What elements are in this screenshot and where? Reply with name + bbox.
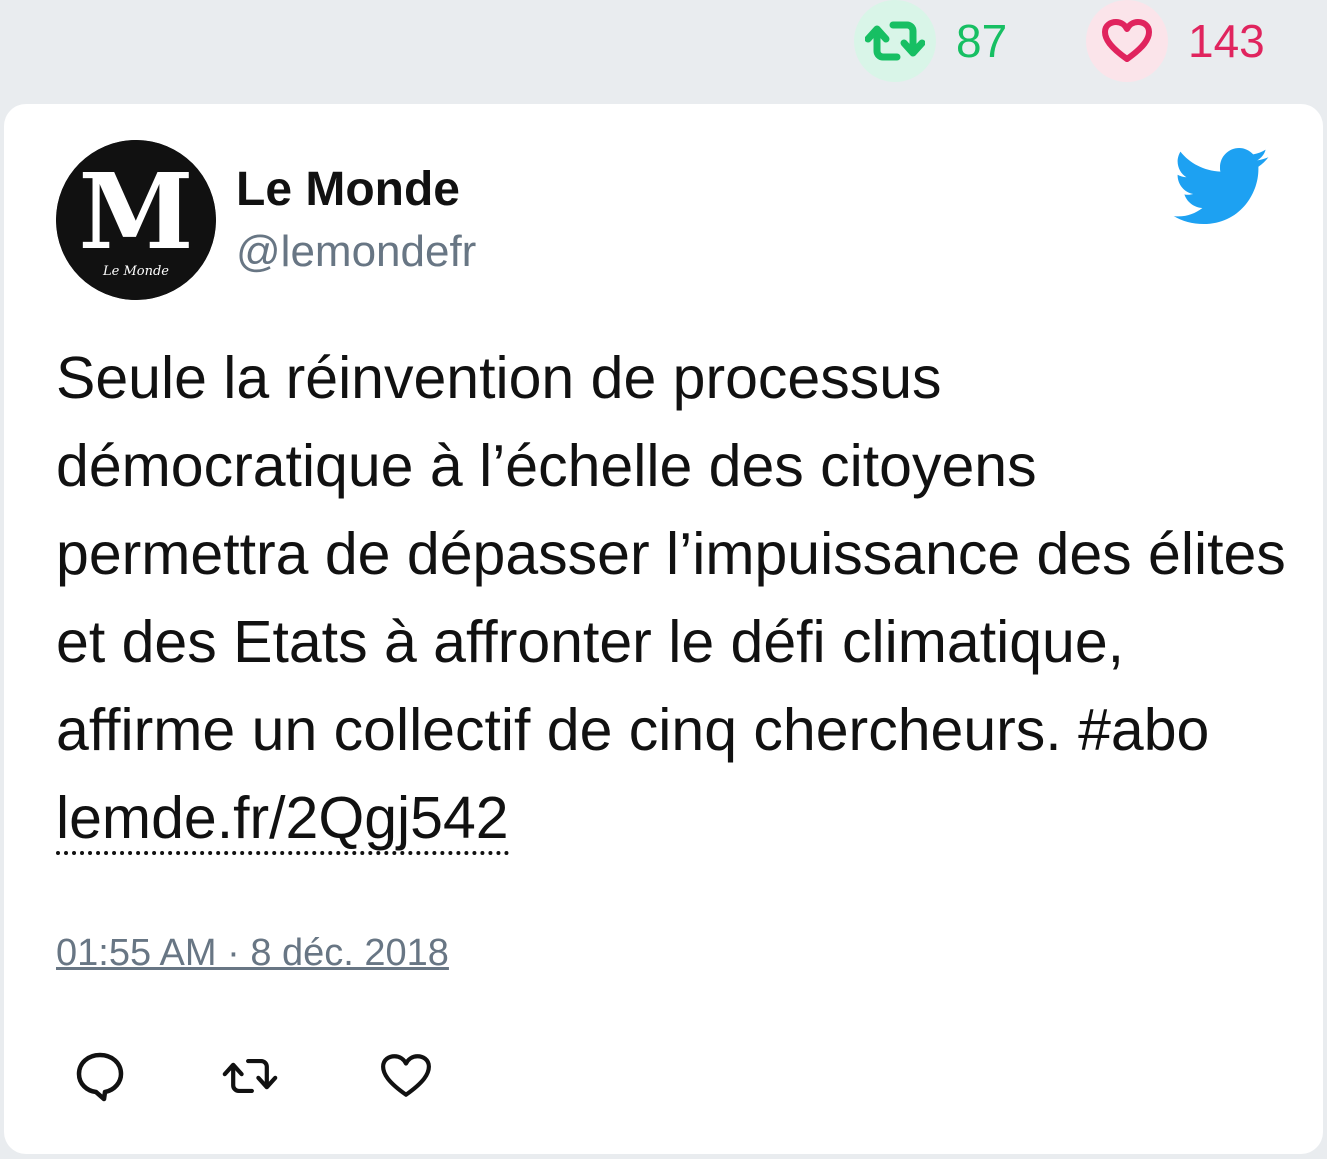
like-action-icon[interactable] [378, 1048, 434, 1104]
author-handle[interactable]: @lemondefr [236, 230, 476, 274]
twitter-bird-icon[interactable] [1172, 148, 1272, 228]
retweet-stat[interactable]: 87 [854, 0, 1007, 82]
tweet-text: Seule la réinvention de processus démocr… [56, 334, 1296, 862]
retweet-count: 87 [956, 15, 1008, 67]
like-stat[interactable]: 143 [1086, 0, 1265, 82]
reply-icon[interactable] [72, 1048, 128, 1104]
author-name[interactable]: Le Monde [236, 166, 460, 214]
avatar-logo-subtext: Le Monde [102, 264, 169, 279]
avatar-logo-letter: M [78, 150, 193, 273]
tweet-body: Seule la réinvention de processus démocr… [56, 345, 1286, 763]
tweet-card: M Le Monde Le Monde @lemondefr Seule la … [4, 104, 1323, 1154]
tweet-timestamp[interactable]: 01:55 AM · 8 déc. 2018 [56, 934, 449, 972]
tweet-actions [4, 1048, 1323, 1108]
engagement-bar: 87 143 [0, 0, 1327, 96]
retweet-action-icon[interactable] [222, 1048, 278, 1104]
retweet-icon[interactable] [854, 0, 936, 82]
tweet-link[interactable]: lemde.fr/2Qgj542 [56, 785, 509, 855]
like-count: 143 [1188, 15, 1265, 67]
heart-icon[interactable] [1086, 0, 1168, 82]
avatar[interactable]: M Le Monde [56, 140, 216, 300]
